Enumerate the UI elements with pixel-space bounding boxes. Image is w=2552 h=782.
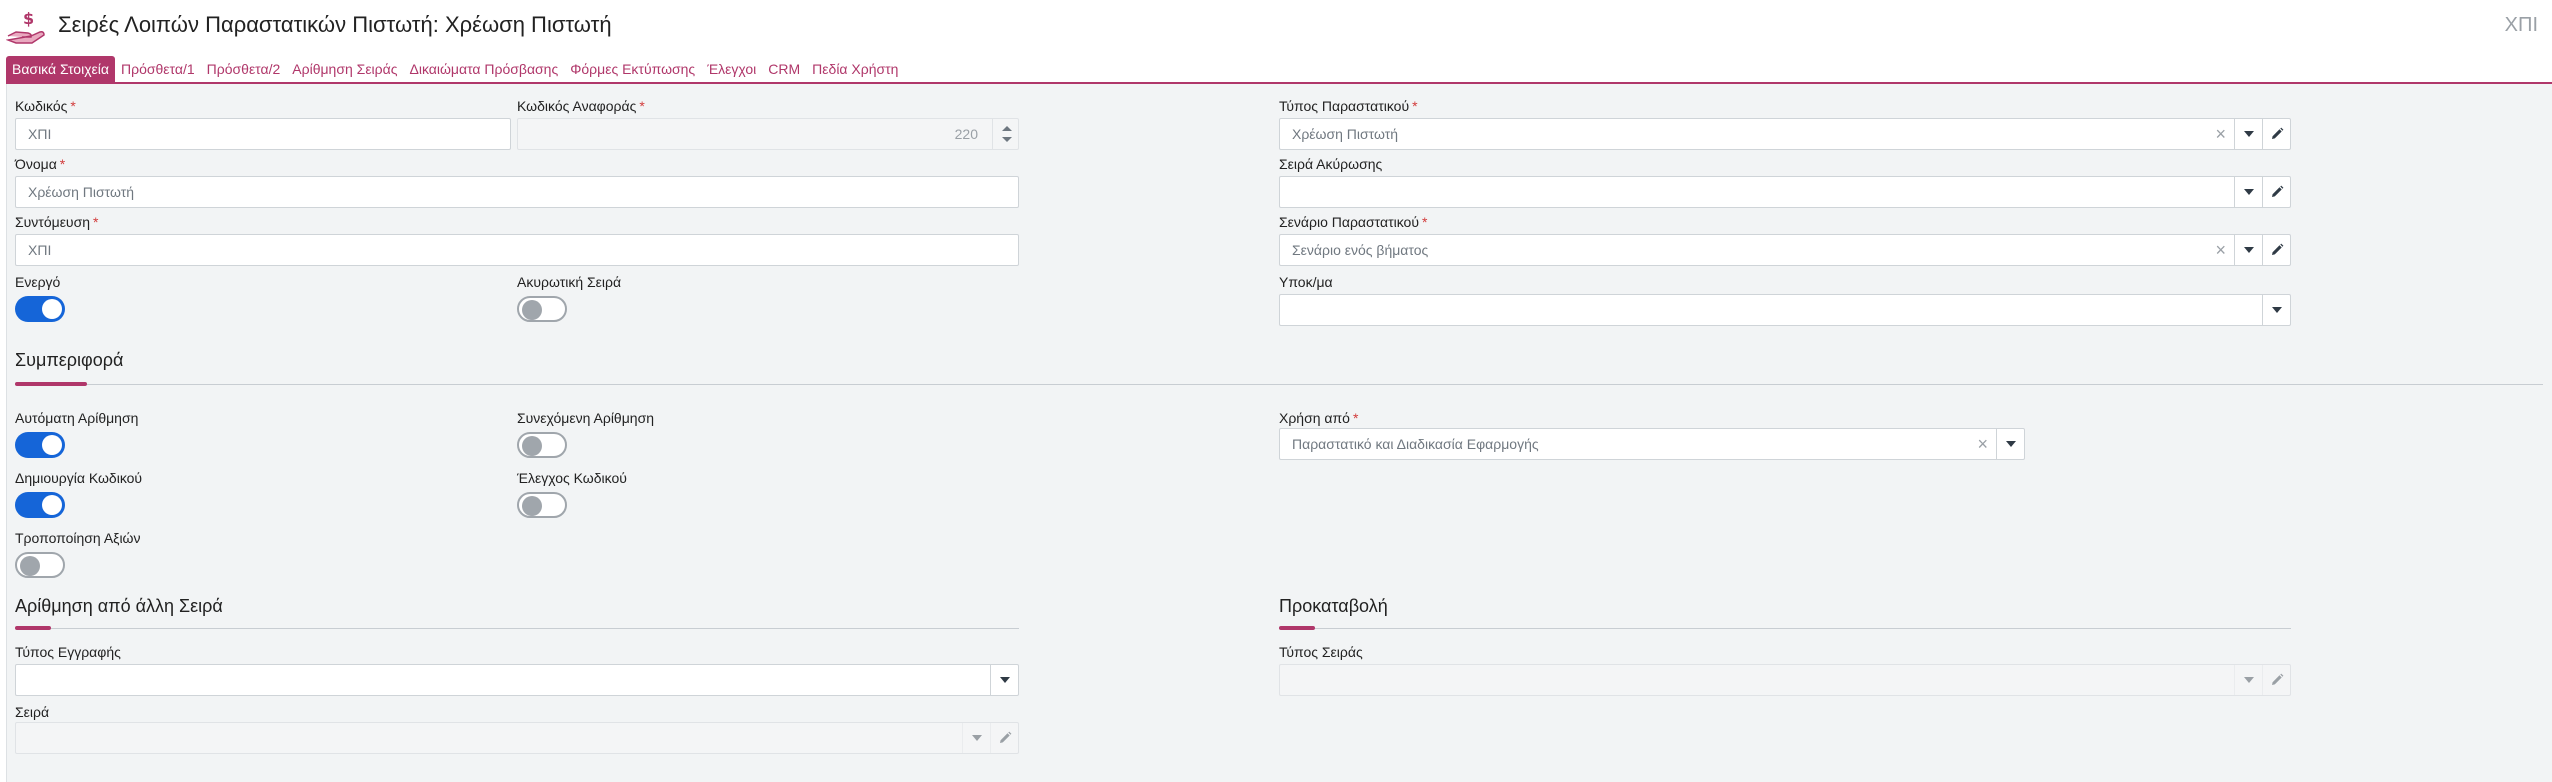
caret-down-icon	[2005, 441, 2016, 447]
caret-down-icon	[2243, 189, 2254, 195]
scenario-select[interactable]: Σενάριο ενός βήματος ×	[1279, 234, 2291, 266]
dropdown-button[interactable]	[2234, 177, 2262, 207]
active-label: Ενεργό	[15, 274, 61, 290]
short-label: Συντόμευση *	[15, 214, 99, 230]
modify-values-label: Τροποποίηση Αξιών	[15, 530, 141, 546]
check-code-toggle[interactable]	[517, 492, 567, 518]
svg-text:$: $	[23, 9, 34, 28]
code-input[interactable]: ΧΠΙ	[15, 118, 511, 150]
behavior-section-divider	[15, 384, 2543, 385]
dropdown-button[interactable]	[990, 665, 1018, 695]
tab-user-fields[interactable]: Πεδία Χρήστη	[806, 56, 904, 82]
edit-button[interactable]	[2262, 665, 2290, 695]
tab-basic-info[interactable]: Βασικά Στοιχεία	[6, 56, 116, 82]
chevron-down-icon	[1002, 137, 1012, 142]
create-code-label: Δημιουργία Κωδικού	[15, 470, 143, 486]
scenario-label: Σενάριο Παραστατικού *	[1279, 214, 1428, 230]
tab-access-rights[interactable]: Δικαιώματα Πρόσβασης	[403, 56, 564, 82]
clear-icon[interactable]: ×	[2215, 123, 2226, 145]
chevron-up-icon	[1002, 126, 1012, 131]
record-type-select[interactable]	[15, 664, 1019, 696]
form-body: Κωδικός * ΧΠΙ Κωδικός Αναφοράς * 220 Τύπος…	[6, 84, 2552, 782]
caret-down-icon	[2243, 247, 2254, 253]
series-type-select[interactable]	[1279, 664, 2291, 696]
modify-values-toggle[interactable]	[15, 552, 65, 578]
cancel-series-ref-label: Σειρά Ακύρωσης	[1279, 156, 1383, 172]
numbering-other-accent	[15, 626, 51, 630]
tab-checks[interactable]: Έλεγχοι	[701, 56, 762, 82]
caret-down-icon	[2243, 131, 2254, 137]
series-code-display: ΧΠΙ	[2504, 14, 2538, 36]
continuous-numbering-toggle[interactable]	[517, 432, 567, 458]
active-toggle[interactable]	[15, 296, 65, 322]
caret-down-icon	[2243, 677, 2254, 683]
edit-button[interactable]	[2262, 119, 2290, 149]
ref-code-label: Κωδικός Αναφοράς *	[517, 98, 645, 114]
cancel-series-label: Ακυρωτική Σειρά	[517, 274, 622, 290]
tab-crm[interactable]: CRM	[762, 56, 806, 82]
pencil-icon	[2271, 673, 2283, 685]
caret-down-icon	[2271, 307, 2282, 313]
dropdown-button[interactable]	[1996, 429, 2024, 459]
doc-type-select[interactable]: Χρέωση Πιστωτή ×	[1279, 118, 2291, 150]
branch-label: Υποκ/μα	[1279, 274, 1333, 290]
name-input[interactable]: Χρέωση Πιστωτή	[15, 176, 1019, 208]
clear-icon[interactable]: ×	[2215, 239, 2226, 261]
dropdown-button[interactable]	[2262, 295, 2290, 325]
advance-divider	[1279, 628, 2291, 629]
auto-numbering-toggle[interactable]	[15, 432, 65, 458]
series-label: Σειρά	[15, 704, 50, 720]
tab-series-numbering[interactable]: Αρίθμηση Σειράς	[286, 56, 403, 82]
behavior-section-title: Συμπεριφορά	[15, 350, 124, 370]
behavior-section-accent	[15, 382, 87, 386]
caret-down-icon	[971, 735, 982, 741]
caret-down-icon	[999, 677, 1010, 683]
numbering-other-section-title: Αρίθμηση από άλλη Σειρά	[15, 596, 223, 616]
edit-button[interactable]	[990, 723, 1018, 753]
numbering-other-divider	[15, 628, 1019, 629]
cancel-series-ref-select[interactable]	[1279, 176, 2291, 208]
create-code-toggle[interactable]	[15, 492, 65, 518]
dropdown-button[interactable]	[2234, 665, 2262, 695]
edit-button[interactable]	[2262, 235, 2290, 265]
series-type-label: Τύπος Σειράς	[1279, 644, 1363, 660]
dropdown-button[interactable]	[2234, 119, 2262, 149]
advance-section-title: Προκαταβολή	[1279, 596, 1388, 616]
pencil-icon	[2271, 243, 2283, 255]
tab-bar: Βασικά Στοιχεία Πρόσθετα/1 Πρόσθετα/2 Αρ…	[6, 56, 904, 82]
dropdown-button[interactable]	[962, 723, 990, 753]
page-title: Σειρές Λοιπών Παραστατικών Πιστωτή: Χρέω…	[58, 12, 612, 37]
record-type-label: Τύπος Εγγραφής	[15, 644, 121, 660]
auto-numbering-label: Αυτόματη Αρίθμηση	[15, 410, 139, 426]
continuous-numbering-label: Συνεχόμενη Αρίθμηση	[517, 410, 654, 426]
edit-button[interactable]	[2262, 177, 2290, 207]
used-by-select[interactable]: Παραστατικό και Διαδικασία Εφαρμογής ×	[1279, 428, 2025, 460]
ref-code-spinner[interactable]	[992, 119, 1018, 149]
tab-additional-1[interactable]: Πρόσθετα/1	[115, 56, 201, 82]
page-header: $ Σειρές Λοιπών Παραστατικών Πιστωτή: Χρ…	[0, 0, 2552, 54]
dropdown-button[interactable]	[2234, 235, 2262, 265]
clear-icon[interactable]: ×	[1977, 433, 1988, 455]
used-by-label: Χρήση από *	[1279, 410, 1359, 426]
tab-print-forms[interactable]: Φόρμες Εκτύπωσης	[564, 56, 701, 82]
pencil-icon	[2271, 185, 2283, 197]
advance-accent	[1279, 626, 1315, 630]
branch-select[interactable]	[1279, 294, 2291, 326]
doc-type-label: Τύπος Παραστατικού *	[1279, 98, 1418, 114]
series-select[interactable]	[15, 722, 1019, 754]
hand-coin-icon: $	[6, 9, 45, 44]
pencil-icon	[2271, 127, 2283, 139]
pencil-icon	[999, 731, 1011, 743]
cancel-series-toggle[interactable]	[517, 296, 567, 322]
short-input[interactable]: ΧΠΙ	[15, 234, 1019, 266]
ref-code-input[interactable]: 220	[517, 118, 1019, 150]
name-label: Όνομα *	[15, 156, 66, 172]
check-code-label: Έλεγχος Κωδικού	[517, 470, 627, 486]
code-label: Κωδικός *	[15, 98, 76, 114]
tab-additional-2[interactable]: Πρόσθετα/2	[201, 56, 287, 82]
